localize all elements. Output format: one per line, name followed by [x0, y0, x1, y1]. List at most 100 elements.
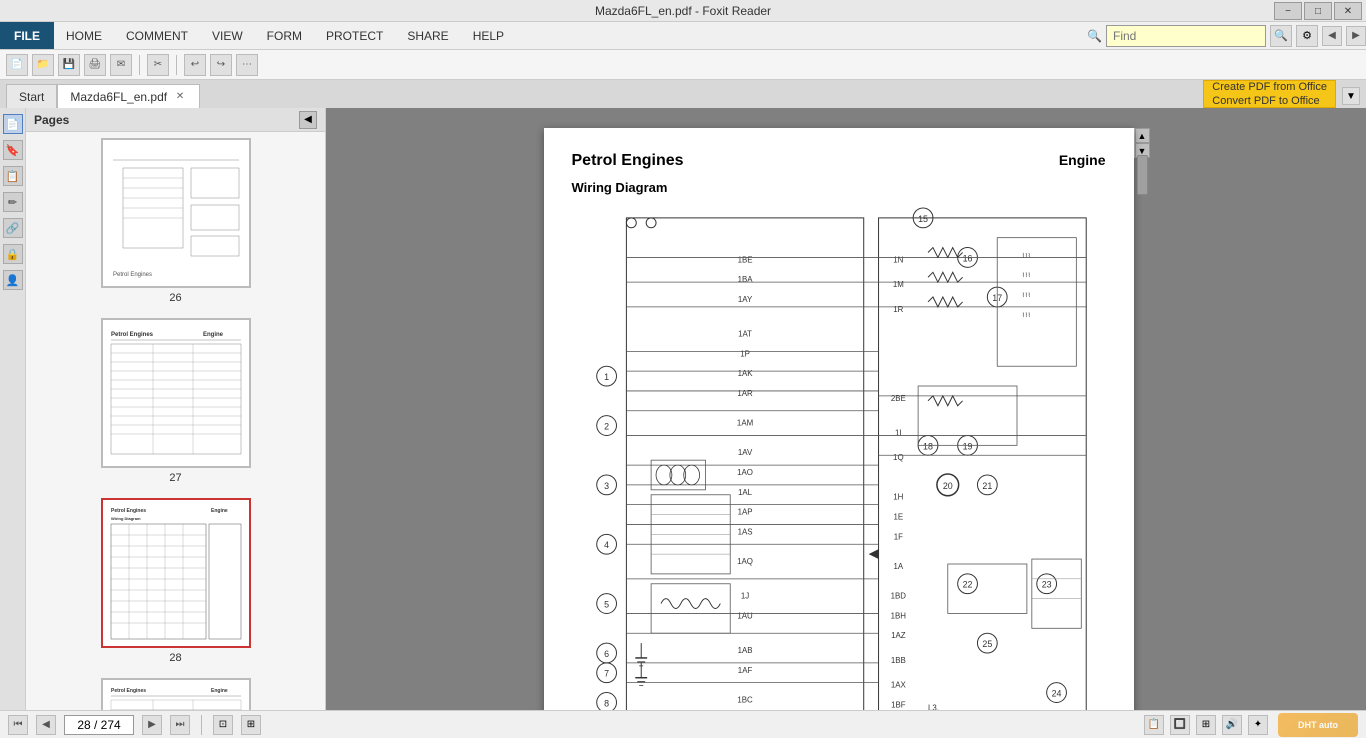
more-button[interactable]: ⋯	[236, 54, 258, 76]
search-back-button[interactable]: ◀	[1322, 26, 1342, 46]
bookmarks-tool[interactable]: 🔖	[3, 140, 23, 160]
thumb-img-28[interactable]: Petrol Engines Engine Wiring Diagram	[101, 498, 251, 648]
restore-button[interactable]: □	[1304, 2, 1332, 20]
svg-text:1AU: 1AU	[737, 611, 753, 620]
last-page-button[interactable]: ⏭	[170, 715, 190, 735]
save-button[interactable]: 💾	[58, 54, 80, 76]
svg-text:Engine: Engine	[211, 688, 228, 694]
page-input[interactable]	[64, 715, 134, 735]
page-thumb-29[interactable]: Petrol Engines Engine	[101, 678, 251, 710]
svg-text:1AV: 1AV	[737, 448, 752, 457]
promo-banner: Create PDF from OfficeConvert PDF to Off…	[1203, 80, 1336, 108]
svg-text:4: 4	[604, 540, 609, 550]
form-menu[interactable]: FORM	[255, 22, 314, 49]
tab-start[interactable]: Start	[6, 84, 57, 108]
tab-close-button[interactable]: ✕	[173, 90, 187, 104]
share-menu[interactable]: SHARE	[395, 22, 460, 49]
view-mode-button[interactable]: ⊞	[241, 715, 261, 735]
svg-text:3: 3	[604, 481, 609, 491]
status-icon-4[interactable]: 🔊	[1222, 715, 1242, 735]
svg-text:1AY: 1AY	[737, 295, 752, 304]
status-icon-5[interactable]: ✦	[1248, 715, 1268, 735]
protect-menu[interactable]: PROTECT	[314, 22, 395, 49]
pages-panel: Petrol Engines 26 Petrol Engines Engine	[26, 132, 325, 710]
svg-text:1AF: 1AF	[737, 666, 752, 675]
dht-logo: DHT auto	[1278, 713, 1358, 737]
svg-text:2: 2	[604, 422, 609, 432]
svg-text:1M: 1M	[892, 280, 903, 289]
sidebar-title: Pages	[34, 113, 69, 127]
security-tool[interactable]: 🔒	[3, 244, 23, 264]
svg-text:5: 5	[604, 600, 609, 610]
status-icon-3[interactable]: ⊞	[1196, 715, 1216, 735]
fit-page-button[interactable]: ⊡	[213, 715, 233, 735]
new-button[interactable]: 📄	[6, 54, 28, 76]
page-thumb-26[interactable]: Petrol Engines 26	[101, 138, 251, 304]
toolbar-separator-1	[139, 55, 140, 75]
svg-text:20: 20	[942, 481, 952, 491]
svg-text:Wiring Diagram: Wiring Diagram	[111, 516, 141, 521]
svg-text:⌇⌇⌇: ⌇⌇⌇	[1021, 272, 1030, 279]
svg-text:⌇⌇⌇: ⌇⌇⌇	[1021, 292, 1030, 299]
tab-dropdown-button[interactable]: ▼	[1342, 87, 1360, 105]
status-icon-1[interactable]: 📋	[1144, 715, 1164, 735]
prev-page-button[interactable]: ◀	[36, 715, 56, 735]
signatures-tool[interactable]: 👤	[3, 270, 23, 290]
file-menu[interactable]: FILE	[0, 22, 54, 49]
status-icon-2[interactable]: 🔲	[1170, 715, 1190, 735]
tab-pdf[interactable]: Mazda6FL_en.pdf ✕	[57, 84, 200, 108]
svg-text:L3.: L3.	[928, 703, 939, 710]
minimize-button[interactable]: −	[1274, 2, 1302, 20]
svg-text:1AS: 1AS	[737, 527, 752, 536]
svg-text:1BD: 1BD	[890, 592, 906, 601]
svg-text:1AX: 1AX	[890, 681, 906, 690]
tab-start-label: Start	[19, 90, 44, 104]
thumb-img-29[interactable]: Petrol Engines Engine	[101, 678, 251, 710]
print-button[interactable]: 🖨	[84, 54, 106, 76]
layers-tool[interactable]: 📋	[3, 166, 23, 186]
svg-text:Petrol Engines: Petrol Engines	[113, 272, 152, 278]
comments-tool[interactable]: ✏	[3, 192, 23, 212]
svg-text:15: 15	[918, 214, 928, 224]
first-page-button[interactable]: ⏮	[8, 715, 28, 735]
svg-text:1AR: 1AR	[737, 389, 753, 398]
sidebar-collapse-button[interactable]: ◀	[299, 111, 317, 129]
search-forward-button[interactable]: ▶	[1346, 26, 1366, 46]
right-scrollbar[interactable]: ▲ ▼	[1134, 128, 1149, 158]
scroll-thumb[interactable]	[1137, 155, 1148, 195]
search-button[interactable]: 🔍	[1270, 25, 1292, 47]
redo-button[interactable]: ↪	[210, 54, 232, 76]
close-button[interactable]: ✕	[1334, 2, 1362, 20]
svg-text:1AB: 1AB	[737, 646, 752, 655]
pdf-page-title-left: Petrol Engines	[572, 152, 684, 170]
settings-button[interactable]: ⚙	[1296, 25, 1318, 47]
search-input[interactable]	[1106, 25, 1266, 47]
tab-pdf-label: Mazda6FL_en.pdf	[70, 90, 167, 104]
open-button[interactable]: 📁	[32, 54, 54, 76]
undo-button[interactable]: ↩	[184, 54, 206, 76]
svg-text:1: 1	[604, 372, 609, 382]
thumb-img-26[interactable]: Petrol Engines	[101, 138, 251, 288]
thumb-img-27[interactable]: Petrol Engines Engine	[101, 318, 251, 468]
promo-text: Create PDF from OfficeConvert PDF to Off…	[1212, 80, 1327, 109]
page-thumb-27[interactable]: Petrol Engines Engine	[101, 318, 251, 484]
tools-button[interactable]: ✂	[147, 54, 169, 76]
view-menu[interactable]: VIEW	[200, 22, 255, 49]
next-page-button[interactable]: ▶	[142, 715, 162, 735]
svg-text:23: 23	[1041, 580, 1051, 590]
email-button[interactable]: ✉	[110, 54, 132, 76]
pdf-viewer[interactable]: Petrol Engines Engine Wiring Diagram 1 2	[326, 108, 1366, 710]
pages-tool[interactable]: 📄	[3, 114, 23, 134]
links-tool[interactable]: 🔗	[3, 218, 23, 238]
svg-text:1E: 1E	[893, 513, 903, 522]
dht-label: DHT auto	[1298, 720, 1338, 730]
svg-text:1BC: 1BC	[737, 695, 753, 704]
comment-menu[interactable]: COMMENT	[114, 22, 200, 49]
home-menu[interactable]: HOME	[54, 22, 114, 49]
sidebar-header: Pages ◀	[26, 108, 325, 132]
page-thumb-28[interactable]: Petrol Engines Engine Wiring Diagram	[101, 498, 251, 664]
svg-text:Petrol Engines: Petrol Engines	[111, 688, 146, 694]
help-menu[interactable]: HELP	[461, 22, 516, 49]
scroll-up-button[interactable]: ▲	[1135, 128, 1150, 143]
svg-text:1F: 1F	[893, 532, 902, 541]
